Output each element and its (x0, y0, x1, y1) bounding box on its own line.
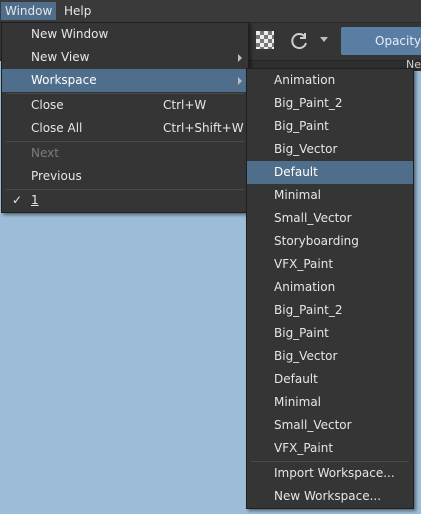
workspace-item-label: Big_Paint (274, 119, 329, 133)
workspace-item[interactable]: Animation (247, 276, 413, 299)
menu-item-next: Next (2, 142, 248, 165)
workspace-item-label: Small_Vector (274, 418, 352, 432)
menu-item-label: New View (31, 50, 90, 64)
reset-rotate-icon[interactable] (288, 30, 310, 52)
workspace-item-label: Storyboarding (274, 234, 359, 248)
workspace-item-label: Import Workspace... (274, 466, 395, 480)
menu-item-close-all[interactable]: Close All Ctrl+Shift+W (2, 117, 248, 140)
workspace-item-label: VFX_Paint (274, 441, 334, 455)
workspace-item-label: Big_Vector (274, 142, 338, 156)
menu-item-shortcut: Ctrl+W (163, 98, 207, 112)
workspace-item[interactable]: Big_Paint (247, 115, 413, 138)
menu-item-label: Close (31, 98, 64, 112)
menubar-window[interactable]: Window (1, 2, 57, 20)
workspace-item-label: Minimal (274, 395, 322, 409)
workspace-item-label: Default (274, 165, 318, 179)
menu-item-new-view[interactable]: New View (2, 46, 248, 69)
menubar-help[interactable]: Help (60, 2, 95, 20)
workspace-item[interactable]: Minimal (247, 184, 413, 207)
chevron-down-icon[interactable] (320, 37, 328, 42)
chevron-right-icon (238, 77, 242, 85)
menu-item-label: Workspace (31, 73, 97, 87)
menu-item-close[interactable]: Close Ctrl+W (2, 94, 248, 117)
workspace-item-label: Small_Vector (274, 211, 352, 225)
menu-item-label: Next (31, 146, 59, 160)
menu-item-label: 1 (31, 193, 39, 207)
check-icon: ✓ (12, 193, 23, 207)
workspace-item-label: Minimal (274, 188, 322, 202)
opacity-slider[interactable]: Opacity: (341, 27, 421, 55)
workspace-submenu: Animation Big_Paint_2 Big_Paint Big_Vector D… (246, 68, 414, 509)
workspace-item[interactable]: New Workspace... (247, 485, 413, 508)
menu-bar: Window Help (0, 0, 421, 23)
workspace-item-label: Animation (274, 73, 336, 87)
workspace-item[interactable]: Minimal (247, 391, 413, 414)
workspace-item[interactable]: Big_Paint (247, 322, 413, 345)
workspace-item[interactable]: Default (247, 161, 413, 184)
workspace-item[interactable]: Big_Vector (247, 138, 413, 161)
workspace-item[interactable]: VFX_Paint (247, 437, 413, 460)
menu-item-label: Previous (31, 169, 82, 183)
chevron-right-icon (238, 54, 242, 62)
menu-item-workspace[interactable]: Workspace (2, 69, 248, 92)
workspace-item-label: Big_Paint_2 (274, 96, 343, 110)
workspace-item[interactable]: Big_Paint_2 (247, 92, 413, 115)
workspace-item[interactable]: Small_Vector (247, 207, 413, 230)
workspace-item-label: VFX_Paint (274, 257, 334, 271)
menu-item-label: New Window (31, 27, 109, 41)
workspace-item[interactable]: Storyboarding (247, 230, 413, 253)
workspace-item[interactable]: VFX_Paint (247, 253, 413, 276)
transparency-checker-icon[interactable] (256, 31, 274, 49)
workspace-item[interactable]: Small_Vector (247, 414, 413, 437)
workspace-item-label: Big_Paint_2 (274, 303, 343, 317)
workspace-item-label: New Workspace... (274, 489, 382, 503)
workspace-item[interactable]: Animation (247, 69, 413, 92)
workspace-item-label: Big_Paint (274, 326, 329, 340)
menu-item-new-window[interactable]: New Window (2, 23, 248, 46)
window-menu: New Window New View Workspace Close Ctrl… (1, 22, 249, 213)
menu-item-previous[interactable]: Previous (2, 165, 248, 188)
workspace-item[interactable]: Big_Vector (247, 345, 413, 368)
menu-item-label: Close All (31, 121, 83, 135)
workspace-item[interactable]: Default (247, 368, 413, 391)
workspace-item-label: Animation (274, 280, 336, 294)
opacity-label: Opacity: (375, 34, 421, 48)
workspace-item[interactable]: Big_Paint_2 (247, 299, 413, 322)
workspace-item-label: Default (274, 372, 318, 386)
menu-item-view-1[interactable]: ✓ 1 (2, 189, 248, 212)
menu-item-shortcut: Ctrl+Shift+W (163, 121, 244, 135)
workspace-item[interactable]: Import Workspace... (247, 462, 413, 485)
workspace-item-label: Big_Vector (274, 349, 338, 363)
